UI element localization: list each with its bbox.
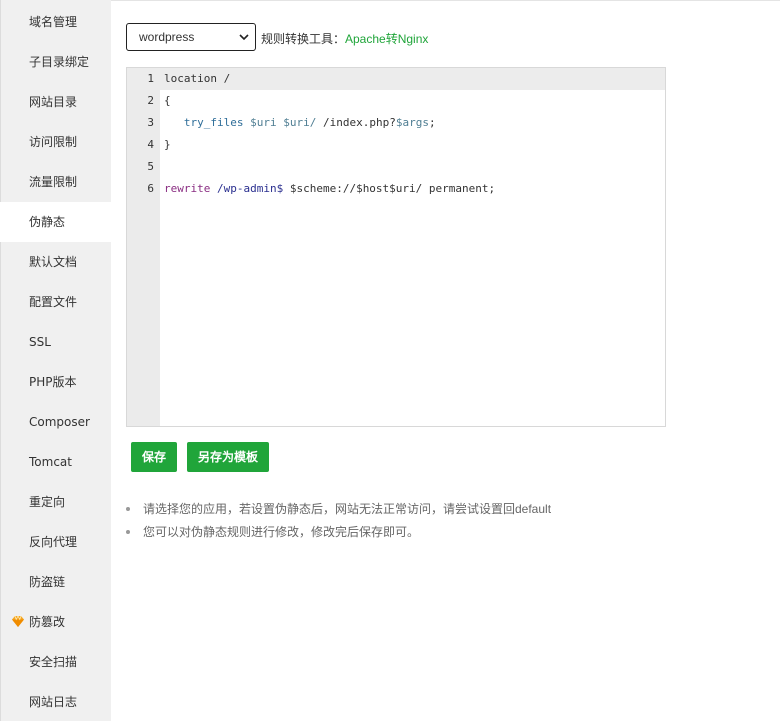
- sidebar-item-label: 重定向: [29, 495, 66, 509]
- line-number: 1: [147, 72, 154, 85]
- template-select-value: wordpress: [139, 30, 195, 44]
- sidebar-item-label: 配置文件: [29, 295, 78, 309]
- top-divider: [111, 0, 780, 1]
- save-button[interactable]: 保存: [131, 442, 177, 472]
- sidebar-item-label: 网站日志: [29, 695, 78, 709]
- sidebar-item-label: Composer: [29, 415, 90, 429]
- code-line: 2 {: [127, 90, 665, 112]
- code-line: 6 rewrite /wp-admin$ $scheme://$host$uri…: [127, 178, 665, 200]
- tips-list: 请选择您的应用，若设置伪静态后，网站无法正常访问，请尝试设置回default 您…: [126, 501, 551, 547]
- sidebar-item-tomcat[interactable]: Tomcat: [0, 442, 111, 482]
- sidebar-item-config-file[interactable]: 配置文件: [0, 282, 111, 322]
- sidebar-item-access-restriction[interactable]: 访问限制: [0, 122, 111, 162]
- sidebar-item-label: 安全扫描: [29, 655, 78, 669]
- sidebar-item-label: SSL: [29, 335, 51, 349]
- save-as-template-button[interactable]: 另存为模板: [187, 442, 269, 472]
- sidebar-item-traffic-limit[interactable]: 流量限制: [0, 162, 111, 202]
- sidebar-item-label: 防篡改: [29, 615, 66, 629]
- bullet-icon: [126, 530, 130, 534]
- sidebar-item-security-scan[interactable]: 安全扫描: [0, 642, 111, 682]
- sidebar-item-label: PHP版本: [29, 375, 77, 389]
- sidebar-item-label: 反向代理: [29, 535, 78, 549]
- line-number: 5: [147, 160, 154, 173]
- sidebar-item-redirect[interactable]: 重定向: [0, 482, 111, 522]
- sidebar-item-label: 防盗链: [29, 575, 66, 589]
- line-number: 3: [147, 116, 154, 129]
- sidebar-nav: 域名管理 子目录绑定 网站目录 访问限制 流量限制 伪静态 默认文档 配置文件 …: [0, 0, 111, 721]
- sidebar-item-label: 域名管理: [29, 15, 78, 29]
- line-number: 2: [147, 94, 154, 107]
- list-item: 您可以对伪静态规则进行修改，修改完后保存即可。: [126, 524, 551, 547]
- sidebar-item-ssl[interactable]: SSL: [0, 322, 111, 362]
- sidebar-item-site-directory[interactable]: 网站目录: [0, 82, 111, 122]
- sidebar-item-label: 默认文档: [29, 255, 78, 269]
- sidebar-item-domain-management[interactable]: 域名管理: [0, 2, 111, 42]
- code-text: {: [164, 94, 171, 107]
- bullet-icon: [126, 507, 130, 511]
- rewrite-rule-editor[interactable]: 1 location / 2 { 3 try_files $uri $uri/ …: [126, 67, 666, 427]
- rule-converter-label: 规则转换工具：: [261, 32, 346, 46]
- sidebar-item-composer[interactable]: Composer: [0, 402, 111, 442]
- template-select[interactable]: wordpress: [126, 23, 256, 51]
- sidebar-item-label: Tomcat: [29, 455, 72, 469]
- code-text: }: [164, 138, 171, 151]
- sidebar-item-hotlink-protection[interactable]: 防盗链: [0, 562, 111, 602]
- chevron-down-icon: [239, 34, 249, 41]
- sidebar-item-label: 伪静态: [29, 215, 66, 229]
- code-text: rewrite /wp-admin$ $scheme://$host$uri/ …: [164, 182, 496, 195]
- code-line: 4 }: [127, 134, 665, 156]
- list-item: 请选择您的应用，若设置伪静态后，网站无法正常访问，请尝试设置回default: [126, 501, 551, 524]
- sidebar-item-default-document[interactable]: 默认文档: [0, 242, 111, 282]
- line-number: 6: [147, 182, 154, 195]
- code-line: 5: [127, 156, 665, 178]
- sidebar-item-subdirectory-binding[interactable]: 子目录绑定: [0, 42, 111, 82]
- apache-to-nginx-link[interactable]: Apache转Nginx: [345, 30, 428, 47]
- code-text: try_files $uri $uri/ /index.php?$args;: [183, 116, 436, 129]
- sidebar-item-label: 网站目录: [29, 95, 78, 109]
- gem-icon: [12, 616, 24, 627]
- line-number: 4: [147, 138, 154, 151]
- sidebar-item-tamper-protection[interactable]: 防篡改: [0, 602, 111, 642]
- sidebar-item-rewrite[interactable]: 伪静态: [0, 202, 111, 242]
- code-lines: 1 location / 2 { 3 try_files $uri $uri/ …: [127, 68, 665, 200]
- sidebar-item-php-version[interactable]: PHP版本: [0, 362, 111, 402]
- sidebar-item-label: 访问限制: [29, 135, 78, 149]
- tip-text: 您可以对伪静态规则进行修改，修改完后保存即可。: [143, 525, 420, 539]
- code-line: 1 location /: [127, 68, 665, 90]
- code-text: location /: [164, 72, 231, 85]
- sidebar-item-reverse-proxy[interactable]: 反向代理: [0, 522, 111, 562]
- code-line: 3 try_files $uri $uri/ /index.php?$args;: [127, 112, 665, 134]
- sidebar-item-site-logs[interactable]: 网站日志: [0, 682, 111, 722]
- sidebar-item-label: 流量限制: [29, 175, 78, 189]
- sidebar-item-label: 子目录绑定: [29, 55, 90, 69]
- tip-text: 请选择您的应用，若设置伪静态后，网站无法正常访问，请尝试设置回default: [143, 502, 552, 516]
